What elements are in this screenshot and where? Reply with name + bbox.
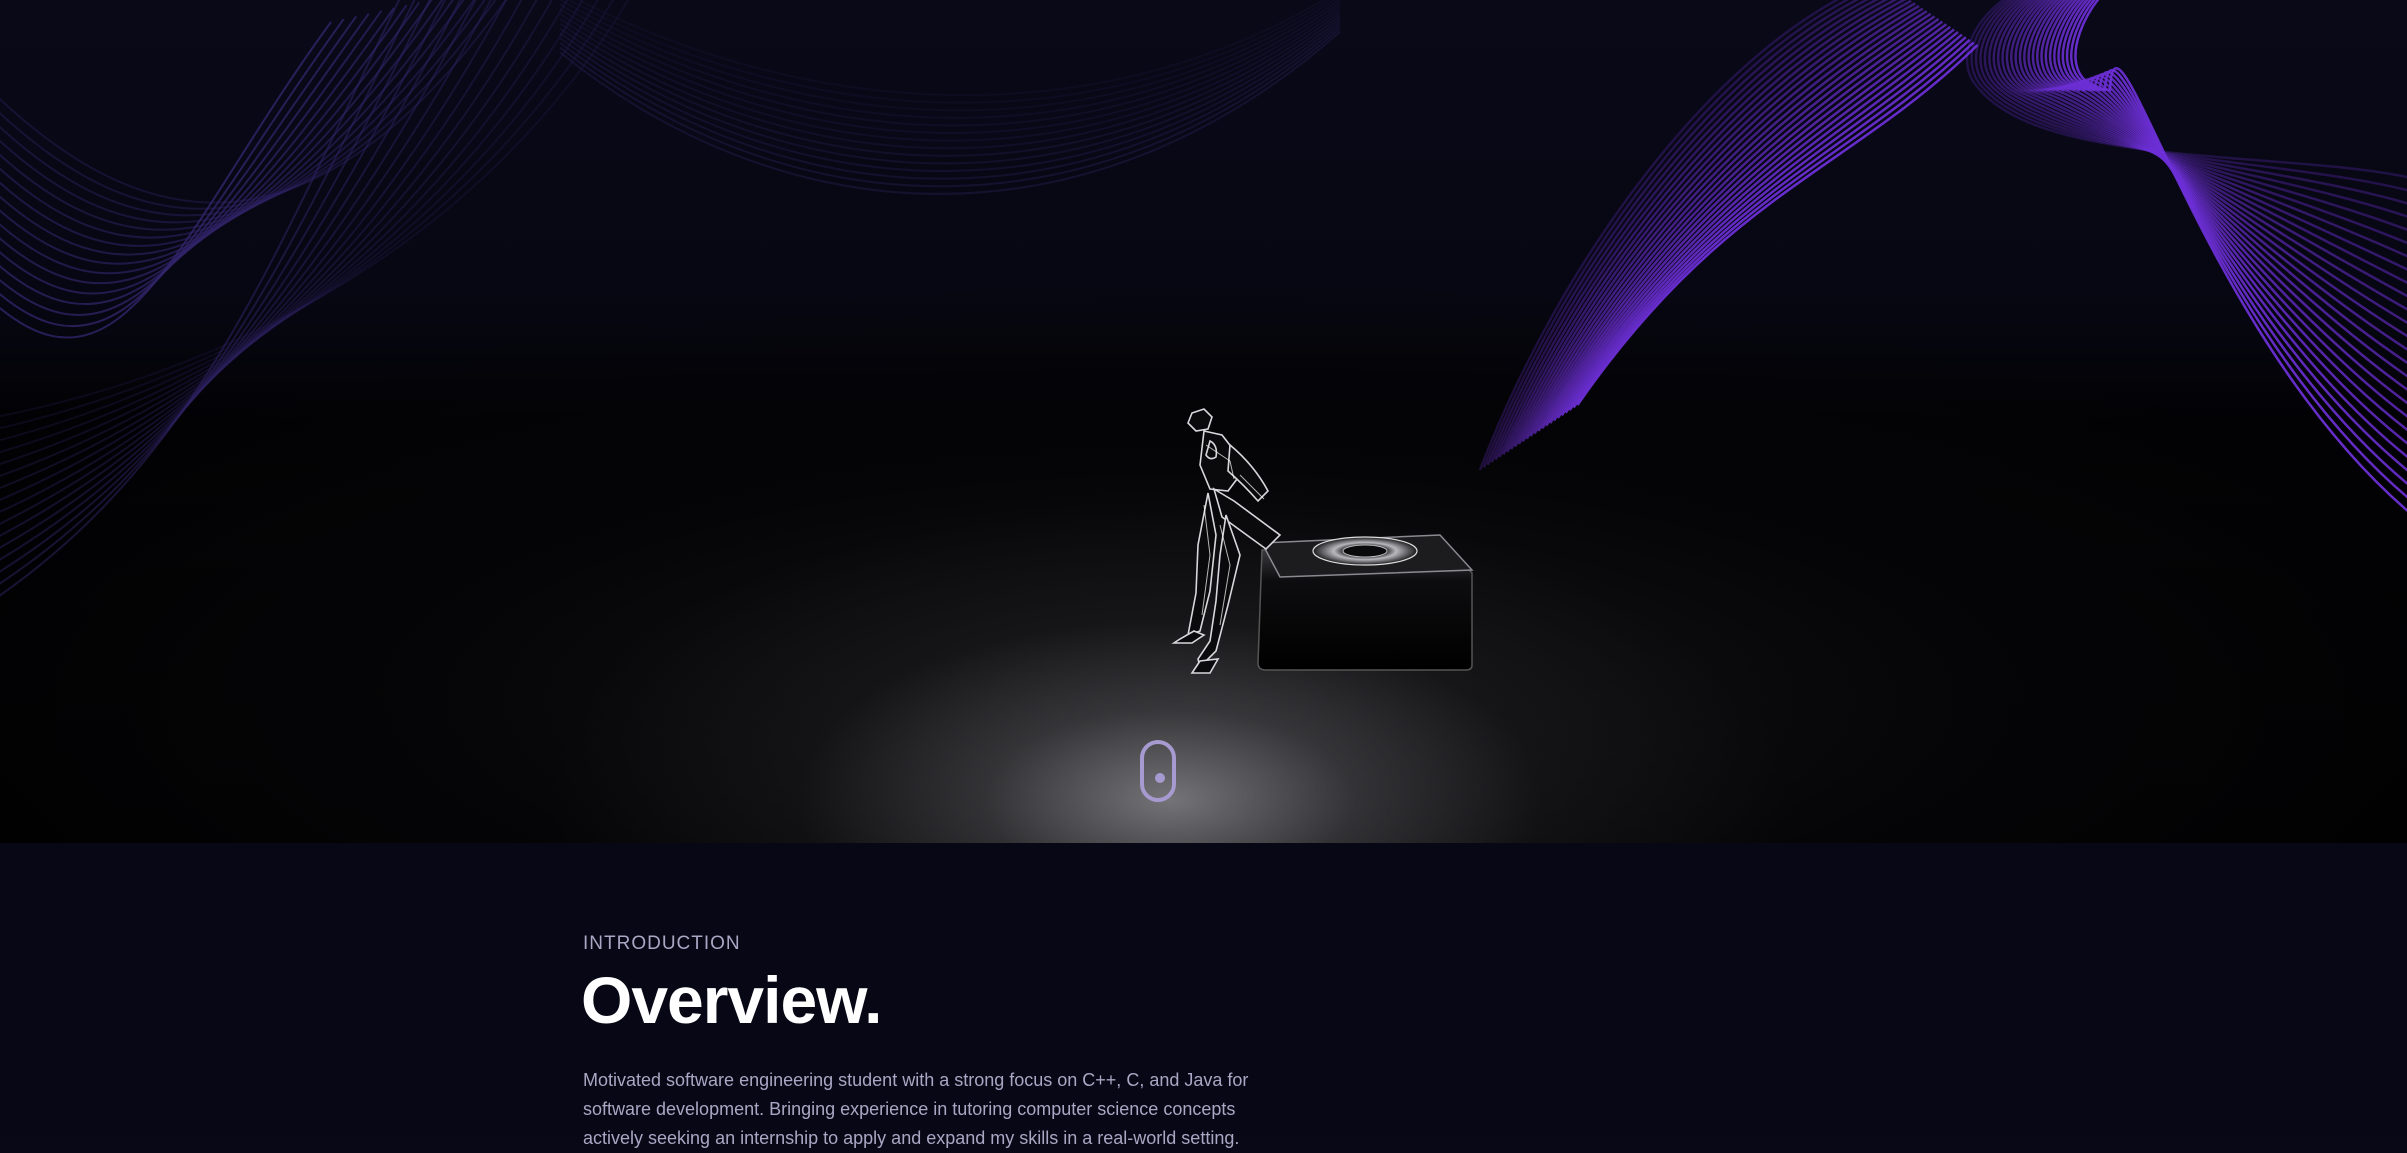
description-line: actively seeking an internship to apply … (583, 1128, 1240, 1148)
overview-description: Motivated software engineering student w… (583, 1066, 1313, 1153)
section-subtitle: INTRODUCTION (583, 933, 741, 954)
description-line: software development. Bringing experienc… (583, 1099, 1236, 1119)
hero-section (0, 0, 2407, 843)
scroll-dot (1155, 773, 1165, 783)
robot-dj-scene (1171, 408, 1474, 674)
section-title: Overview. (581, 963, 882, 1037)
description-line: Motivated software engineering student w… (583, 1070, 1249, 1090)
scroll-indicator[interactable] (1140, 740, 1176, 802)
